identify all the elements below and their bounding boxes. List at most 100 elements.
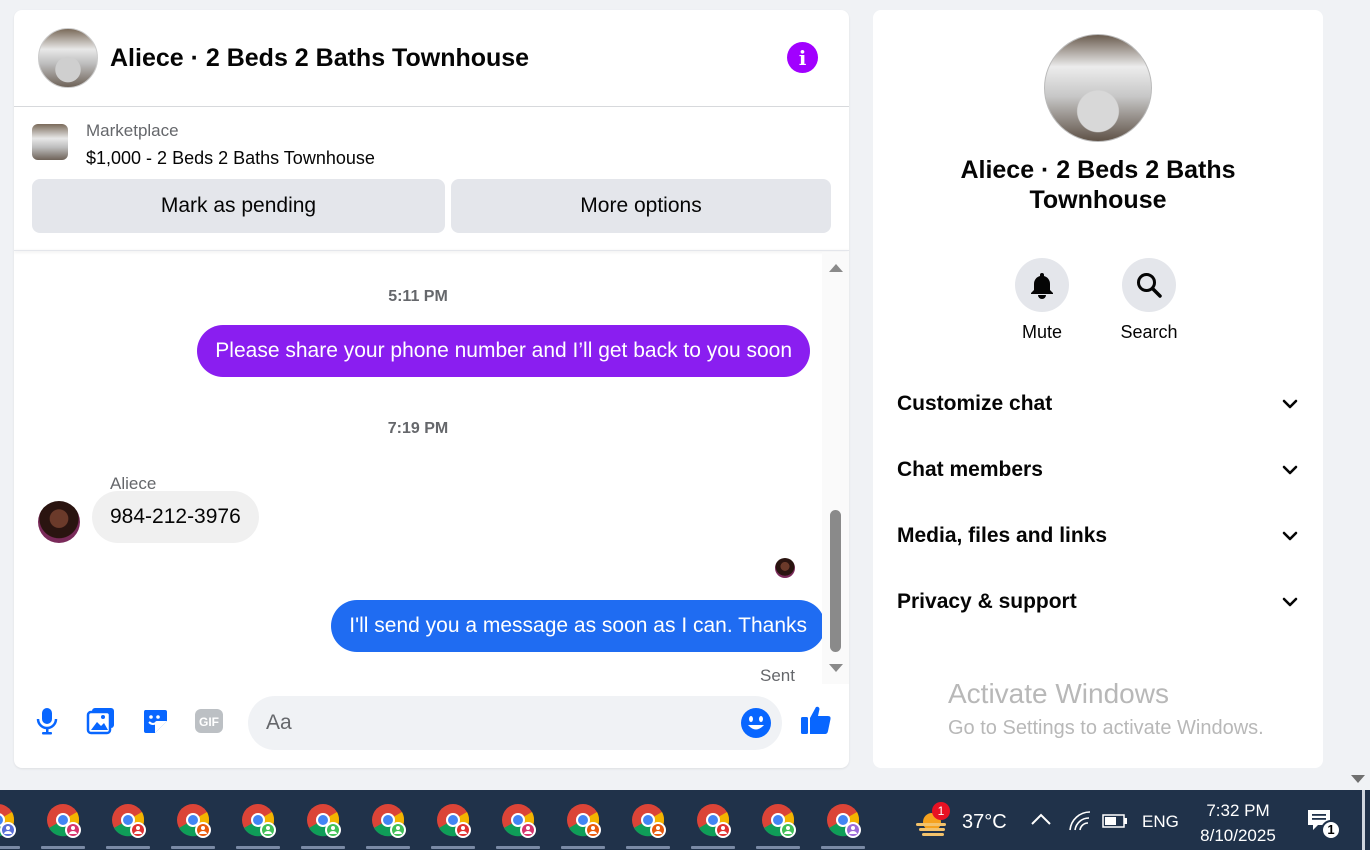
listing-actions: Mark as pending More options [14, 169, 849, 233]
running-app-indicator [691, 846, 735, 849]
conversation-info-panel: Aliece · 2 Beds 2 Baths Townhouse Mute S… [873, 10, 1323, 768]
activate-windows-subtitle: Go to Settings to activate Windows. [948, 717, 1264, 739]
section-label: Privacy & support [897, 590, 1077, 613]
taskbar-clock[interactable]: 7:32 PM 8/10/2025 [1190, 798, 1286, 848]
weather-icon[interactable]: 1 [912, 802, 952, 840]
message-input[interactable] [248, 696, 782, 750]
chrome-taskbar-icon[interactable] [760, 802, 800, 842]
chrome-taskbar-icon[interactable] [305, 802, 345, 842]
svg-text:GIF: GIF [199, 715, 219, 729]
section-media-files-links[interactable]: Media, files and links [897, 516, 1299, 556]
mute-label: Mute [1021, 322, 1063, 342]
message-composer: GIF [14, 694, 849, 750]
gif-icon[interactable]: GIF [194, 706, 224, 736]
weather-badge: 1 [932, 802, 950, 820]
search-action[interactable]: Search [1109, 258, 1189, 343]
chrome-taskbar-icon[interactable] [695, 802, 735, 842]
chrome-taskbar-icon[interactable] [45, 802, 85, 842]
running-app-indicator [496, 846, 540, 849]
clock-time: 7:32 PM [1206, 801, 1270, 820]
chat-panel: Aliece · 2 Beds 2 Baths Townhouse i Mark… [14, 10, 849, 768]
activate-windows-title: Activate Windows [948, 678, 1169, 709]
scroll-thumb[interactable] [830, 510, 841, 652]
section-privacy-support[interactable]: Privacy & support [897, 582, 1299, 622]
chrome-taskbar-icon[interactable] [0, 802, 20, 842]
running-app-indicator [236, 846, 280, 849]
section-label: Media, files and links [897, 524, 1108, 547]
bell-icon[interactable] [1015, 258, 1069, 312]
info-title: Aliece · 2 Beds 2 Baths Townhouse [960, 156, 1236, 214]
read-receipt-avatar [775, 558, 795, 578]
running-app-indicator [106, 846, 150, 849]
more-options-button[interactable]: More options [451, 179, 831, 233]
microphone-icon[interactable] [32, 706, 62, 736]
message-scrollbar[interactable] [822, 252, 849, 684]
chevron-down-icon [1282, 531, 1298, 541]
running-app-indicator [561, 846, 605, 849]
sender-avatar[interactable] [38, 501, 80, 543]
conversation-title[interactable]: Aliece · 2 Beds 2 Baths Townhouse [110, 44, 529, 73]
wifi-icon[interactable] [1068, 810, 1092, 837]
running-app-indicator [301, 846, 345, 849]
windows-taskbar: 1 37°C ENG 7:32 PM 8/10/2025 1 [0, 790, 1370, 850]
section-label: Chat members [897, 458, 1043, 481]
chrome-taskbar-icon[interactable] [500, 802, 540, 842]
chrome-taskbar-icon[interactable] [565, 802, 605, 842]
chrome-taskbar-icon[interactable] [240, 802, 280, 842]
search-label: Search [1120, 322, 1178, 342]
sticker-icon[interactable] [140, 706, 170, 736]
running-app-indicator [171, 846, 215, 849]
chrome-taskbar-icon[interactable] [110, 802, 150, 842]
info-avatar[interactable] [1044, 34, 1152, 142]
mute-action[interactable]: Mute [1002, 258, 1082, 343]
timestamp: 5:11 PM [388, 288, 448, 305]
temperature[interactable]: 37°C [962, 811, 1007, 834]
section-chat-members[interactable]: Chat members [897, 450, 1299, 490]
outgoing-message[interactable]: Please share your phone number and I’ll … [197, 325, 810, 377]
running-app-indicator [756, 846, 800, 849]
mark-as-pending-button[interactable]: Mark as pending [32, 179, 445, 233]
scroll-up-arrow[interactable] [829, 264, 843, 272]
running-app-indicator [626, 846, 670, 849]
conversation-avatar[interactable] [38, 28, 98, 88]
photo-icon[interactable] [86, 706, 116, 736]
outgoing-message[interactable]: I'll send you a message as soon as I can… [331, 600, 825, 652]
timestamp: 7:19 PM [387, 420, 449, 437]
notification-count: 1 [1321, 820, 1341, 840]
chevron-down-icon [1282, 597, 1298, 607]
chrome-taskbar-icon[interactable] [370, 802, 410, 842]
running-app-indicator [366, 846, 410, 849]
listing-label: Marketplace [86, 121, 179, 140]
chevron-down-icon [1282, 465, 1298, 475]
thumbs-up-icon[interactable] [800, 704, 832, 736]
show-desktop-button[interactable] [1362, 790, 1365, 850]
marketplace-listing[interactable]: Marketplace $1,000 - 2 Beds 2 Baths Town… [14, 107, 849, 169]
chrome-taskbar-icon[interactable] [175, 802, 215, 842]
running-app-indicator [0, 846, 20, 849]
notification-icon[interactable]: 1 [1306, 808, 1342, 840]
chevron-up-icon[interactable] [1030, 812, 1052, 831]
chat-header: Aliece · 2 Beds 2 Baths Townhouse i [14, 10, 849, 107]
info-icon[interactable]: i [787, 42, 818, 73]
running-app-indicator [821, 846, 865, 849]
scroll-down-arrow[interactable] [829, 664, 843, 672]
running-app-indicator [41, 846, 85, 849]
section-label: Customize chat [897, 392, 1053, 415]
chrome-taskbar-icon[interactable] [825, 802, 865, 842]
incoming-message[interactable]: 984-212-3976 [92, 491, 259, 543]
header-divider [14, 250, 849, 251]
section-customize-chat[interactable]: Customize chat [897, 384, 1299, 424]
page-scroll-down-arrow[interactable] [1351, 775, 1365, 783]
running-app-indicator [431, 846, 475, 849]
chrome-taskbar-icon[interactable] [435, 802, 475, 842]
search-icon[interactable] [1122, 258, 1176, 312]
listing-thumbnail [32, 124, 68, 160]
chrome-taskbar-icon[interactable] [630, 802, 670, 842]
message-status: Sent [760, 666, 795, 685]
chevron-down-icon [1282, 399, 1298, 409]
emoji-icon[interactable] [740, 707, 772, 739]
clock-date: 8/10/2025 [1200, 826, 1276, 845]
message-list[interactable]: 5:11 PM Please share your phone number a… [14, 252, 825, 685]
battery-icon[interactable] [1102, 814, 1128, 833]
language-indicator[interactable]: ENG [1142, 812, 1179, 832]
